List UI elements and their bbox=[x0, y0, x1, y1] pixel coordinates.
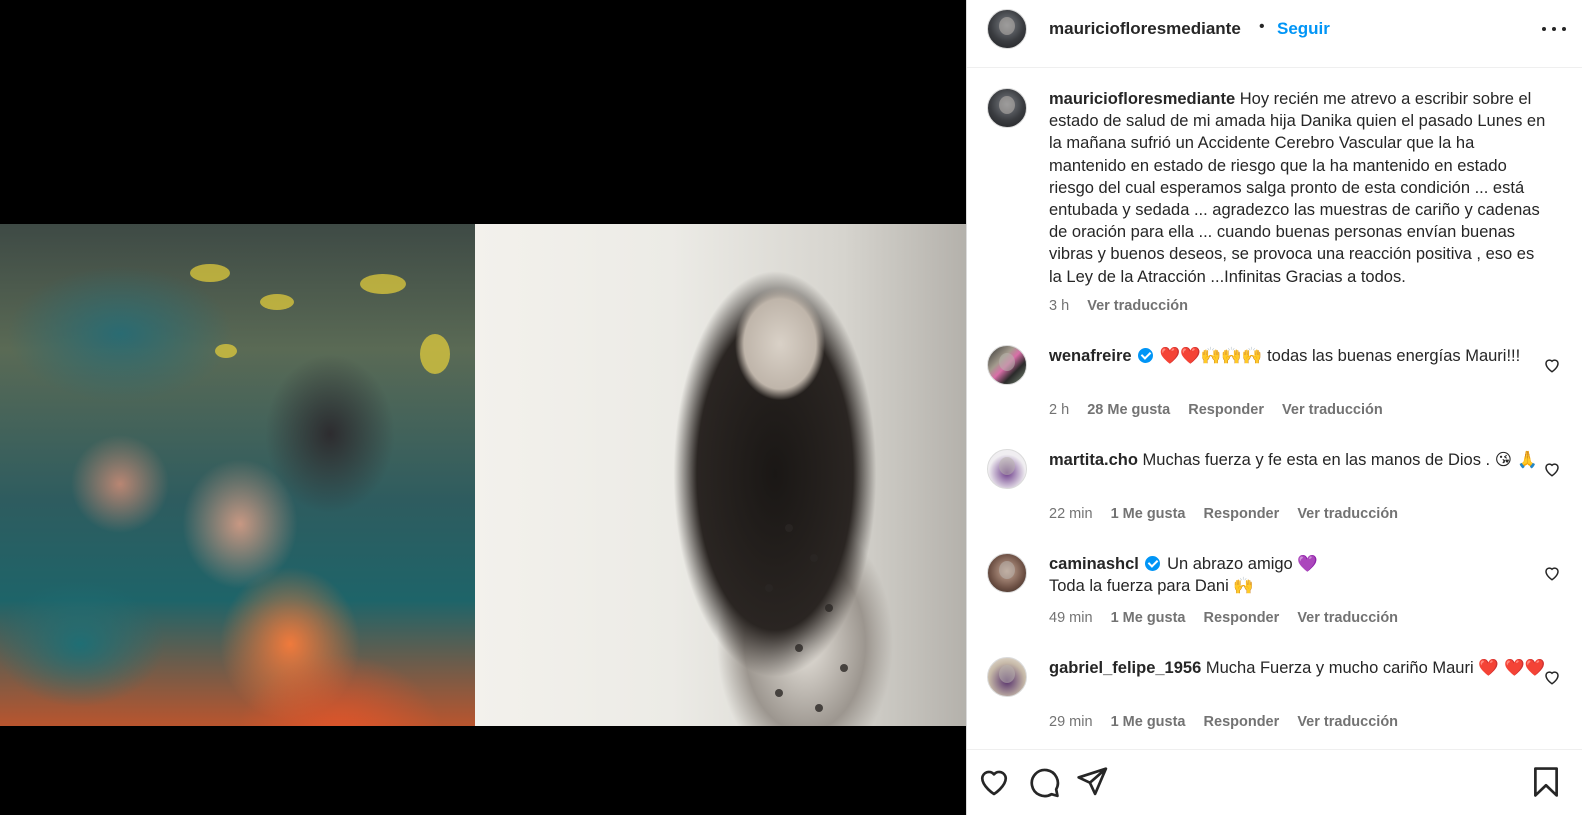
comment-username[interactable]: wenafreire bbox=[1049, 347, 1132, 365]
comment-likes[interactable]: 1 Me gusta bbox=[1111, 714, 1186, 730]
post-viewer: mauriciofloresmediante • Seguir mauricio… bbox=[0, 0, 1582, 815]
comment-translate-link[interactable]: Ver traducción bbox=[1297, 506, 1398, 522]
comment-emojis: 💜 bbox=[1297, 554, 1318, 573]
more-options-icon[interactable] bbox=[1539, 16, 1569, 42]
comment-avatar[interactable] bbox=[987, 449, 1027, 489]
comment-text-line-2: Toda la fuerza para Dani bbox=[1049, 577, 1229, 596]
comment-emojis: 😘 🙏 bbox=[1494, 450, 1538, 469]
comment-like-heart-icon[interactable] bbox=[1543, 460, 1561, 478]
comment-emojis: ❤️ ❤️❤️ bbox=[1478, 658, 1546, 677]
comment-time: 22 min bbox=[1049, 506, 1093, 522]
comment-username[interactable]: gabriel_felipe_1956 bbox=[1049, 659, 1201, 677]
comment-likes[interactable]: 1 Me gusta bbox=[1111, 610, 1186, 626]
caption-username[interactable]: mauriciofloresmediante bbox=[1049, 90, 1235, 108]
comment-time: 29 min bbox=[1049, 714, 1093, 730]
post-image[interactable] bbox=[0, 224, 966, 726]
comment-translate-link[interactable]: Ver traducción bbox=[1297, 714, 1398, 730]
comment-text: Un abrazo amigo bbox=[1167, 555, 1293, 573]
comment-body: gabriel_felipe_1956 Mucha Fuerza y mucho… bbox=[1049, 657, 1549, 679]
comment-body: caminashcl Un abrazo amigo 💜 Toda la fue… bbox=[1049, 553, 1549, 597]
heart-icon[interactable] bbox=[977, 765, 1011, 799]
comment-time: 49 min bbox=[1049, 610, 1093, 626]
post-image-left-photo bbox=[0, 224, 475, 726]
comment-reply-link[interactable]: Responder bbox=[1204, 506, 1280, 522]
comment-body: wenafreire ❤️❤️🙌🙌🙌 todas las buenas ener… bbox=[1049, 345, 1549, 367]
comment-username[interactable]: martita.cho bbox=[1049, 451, 1138, 469]
post-header: mauriciofloresmediante • Seguir bbox=[967, 0, 1582, 68]
caption-translate-link[interactable]: Ver traducción bbox=[1087, 298, 1188, 314]
comment-reply-link[interactable]: Responder bbox=[1204, 610, 1280, 626]
comment-translate-link[interactable]: Ver traducción bbox=[1282, 402, 1383, 418]
comment-like-heart-icon[interactable] bbox=[1543, 356, 1561, 374]
comment-emojis-line-2: 🙌 bbox=[1233, 576, 1254, 596]
comment-reply-link[interactable]: Responder bbox=[1188, 402, 1264, 418]
post-side-panel: mauriciofloresmediante • Seguir mauricio… bbox=[966, 0, 1582, 815]
verified-badge-icon bbox=[1138, 348, 1154, 363]
comment-reply-link[interactable]: Responder bbox=[1204, 714, 1280, 730]
comment-emojis: ❤️❤️🙌🙌🙌 bbox=[1159, 346, 1263, 365]
caption-meta: 3 h Ver traducción bbox=[1049, 298, 1202, 314]
share-icon[interactable] bbox=[1075, 765, 1109, 799]
author-username[interactable]: mauriciofloresmediante bbox=[1049, 19, 1241, 39]
comment-like-heart-icon[interactable] bbox=[1543, 564, 1561, 582]
caption-time: 3 h bbox=[1049, 298, 1070, 314]
caption-text: Hoy recién me atrevo a escribir sobre el… bbox=[1049, 90, 1546, 286]
comment-meta: 22 min 1 Me gusta Responder Ver traducci… bbox=[1049, 506, 1412, 522]
header-separator: • bbox=[1259, 18, 1265, 35]
comment-likes[interactable]: 1 Me gusta bbox=[1111, 506, 1186, 522]
caption-body: mauriciofloresmediante Hoy recién me atr… bbox=[1049, 88, 1549, 288]
comment-username[interactable]: caminashcl bbox=[1049, 555, 1139, 573]
comment-body: martita.cho Muchas fuerza y fe esta en l… bbox=[1049, 449, 1549, 471]
comment-avatar[interactable] bbox=[987, 345, 1027, 385]
post-media-panel bbox=[0, 0, 966, 815]
post-action-bar bbox=[967, 749, 1582, 815]
comment-text: todas las buenas energías Mauri!!! bbox=[1267, 347, 1521, 365]
comment-translate-link[interactable]: Ver traducción bbox=[1297, 610, 1398, 626]
comment-like-heart-icon[interactable] bbox=[1543, 668, 1561, 686]
follow-button[interactable]: Seguir bbox=[1277, 19, 1330, 39]
bookmark-icon[interactable] bbox=[1529, 765, 1563, 799]
comment-icon[interactable] bbox=[1027, 765, 1061, 799]
post-image-right-photo bbox=[475, 224, 966, 726]
comment-avatar[interactable] bbox=[987, 553, 1027, 593]
comment-meta: 29 min 1 Me gusta Responder Ver traducci… bbox=[1049, 714, 1412, 730]
comment-likes[interactable]: 28 Me gusta bbox=[1087, 402, 1170, 418]
comment-text: Mucha Fuerza y mucho cariño Mauri bbox=[1205, 659, 1474, 677]
verified-badge-icon bbox=[1145, 556, 1161, 571]
comments-feed[interactable]: mauriciofloresmediante Hoy recién me atr… bbox=[967, 69, 1582, 749]
author-avatar[interactable] bbox=[987, 9, 1027, 49]
comment-text: Muchas fuerza y fe esta en las manos de … bbox=[1142, 451, 1491, 469]
comment-meta: 2 h 28 Me gusta Responder Ver traducción bbox=[1049, 402, 1397, 418]
caption-avatar[interactable] bbox=[987, 88, 1027, 128]
comment-avatar[interactable] bbox=[987, 657, 1027, 697]
comment-time: 2 h bbox=[1049, 402, 1070, 418]
comment-meta: 49 min 1 Me gusta Responder Ver traducci… bbox=[1049, 610, 1412, 626]
